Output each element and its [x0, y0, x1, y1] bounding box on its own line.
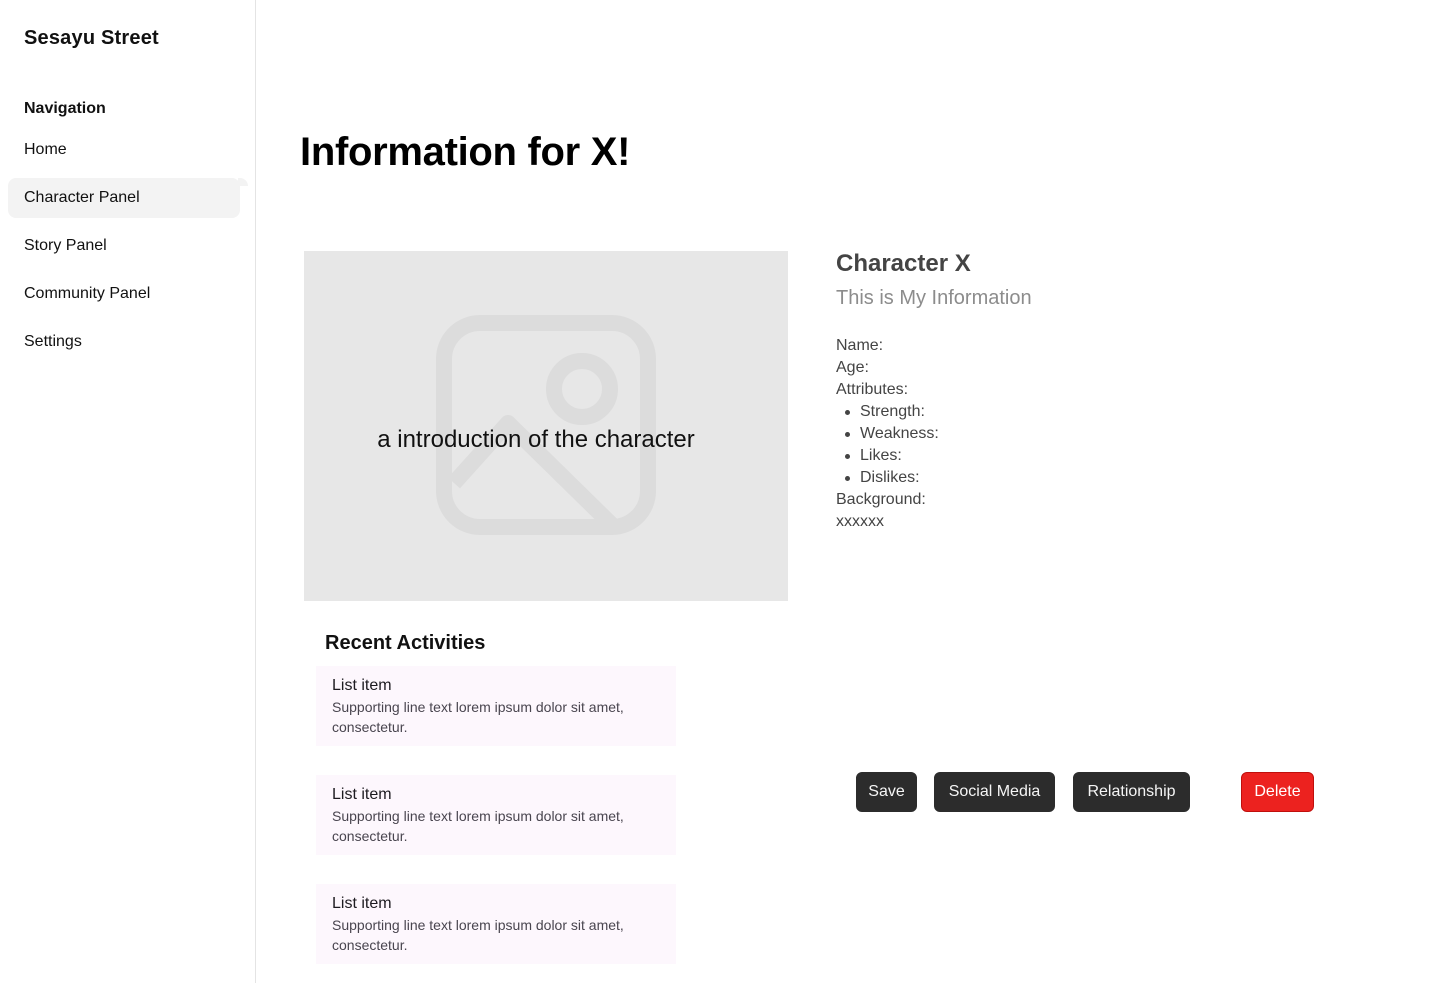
list-item-supporting-text: Supporting line text lorem ipsum dolor s…: [332, 808, 624, 844]
list-item-supporting-text: Supporting line text lorem ipsum dolor s…: [332, 699, 624, 735]
save-button[interactable]: Save: [856, 772, 917, 812]
character-info: Name: Age: Attributes: Strength: Weaknes…: [836, 335, 939, 533]
image-caption: a introduction of the character: [377, 426, 695, 453]
list-item-title: List item: [332, 677, 392, 694]
sidebar-item-character-panel[interactable]: Character Panel: [8, 178, 240, 218]
background-label: Background:: [836, 491, 926, 508]
attribute-dislikes: Dislikes:: [836, 467, 939, 489]
sidebar-item-home[interactable]: Home: [8, 130, 240, 170]
age-label: Age:: [836, 359, 869, 376]
attribute-weakness: Weakness:: [836, 423, 939, 445]
social-media-button[interactable]: Social Media: [934, 772, 1055, 812]
attributes-label: Attributes:: [836, 381, 909, 398]
sidebar-item-story-panel[interactable]: Story Panel: [8, 226, 240, 266]
character-image-placeholder: a introduction of the character: [304, 251, 788, 601]
list-item[interactable]: List item Supporting line text lorem ips…: [316, 666, 676, 746]
list-item-supporting-text: Supporting line text lorem ipsum dolor s…: [332, 917, 624, 953]
character-name: Character X: [836, 250, 971, 277]
attribute-strength: Strength:: [836, 401, 939, 423]
delete-button[interactable]: Delete: [1241, 772, 1314, 812]
character-subtitle: This is My Information: [836, 287, 1032, 309]
sidebar-item-settings[interactable]: Settings: [8, 322, 240, 362]
attribute-likes: Likes:: [836, 445, 939, 467]
sidebar: Sesayu Street Navigation Home Character …: [0, 0, 256, 983]
recent-activities-title: Recent Activities: [325, 632, 486, 654]
nav-heading: Navigation: [24, 100, 106, 117]
sidebar-divider: [255, 0, 256, 983]
relationship-button[interactable]: Relationship: [1073, 772, 1190, 812]
brand-title[interactable]: Sesayu Street: [24, 27, 159, 50]
page-title: Information for X!: [300, 130, 631, 174]
image-placeholder-icon: [436, 315, 656, 535]
name-label: Name:: [836, 337, 884, 354]
list-item-title: List item: [332, 786, 392, 803]
background-value: xxxxxx: [836, 513, 884, 530]
attribute-list: Strength: Weakness: Likes: Dislikes:: [836, 401, 939, 489]
list-item[interactable]: List item Supporting line text lorem ips…: [316, 775, 676, 855]
list-item-title: List item: [332, 895, 392, 912]
active-indicator: [238, 178, 248, 186]
list-item[interactable]: List item Supporting line text lorem ips…: [316, 884, 676, 964]
sidebar-item-community-panel[interactable]: Community Panel: [8, 274, 240, 314]
